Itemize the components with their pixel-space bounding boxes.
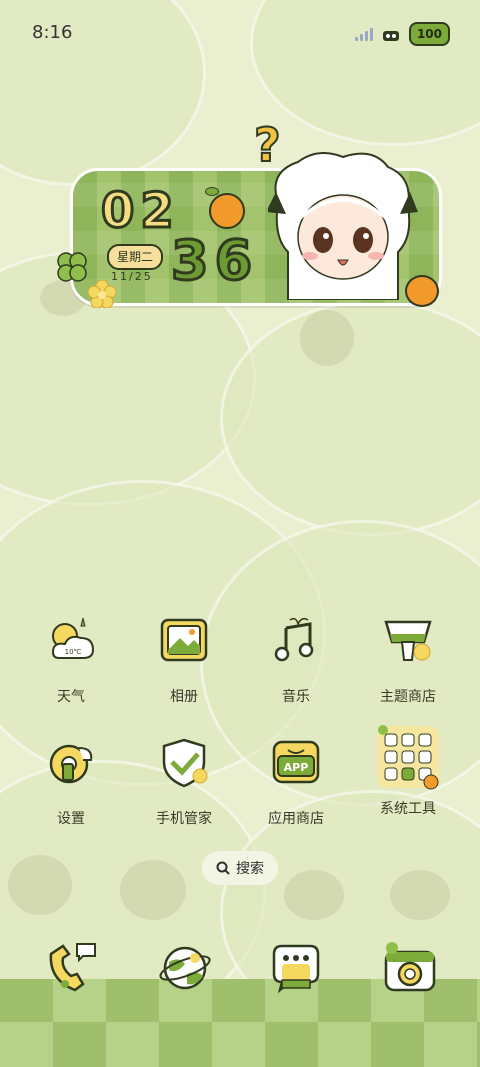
camera-icon[interactable] bbox=[382, 940, 438, 996]
app-label: 手机管家 bbox=[156, 811, 212, 827]
app-store-icon-text: APP bbox=[284, 761, 309, 774]
wifi-icon bbox=[382, 31, 399, 41]
clock-minute: 36 bbox=[169, 228, 259, 294]
app-music[interactable]: 音乐 bbox=[240, 612, 352, 706]
browser-icon[interactable] bbox=[157, 940, 213, 996]
dock-pattern bbox=[0, 1022, 480, 1067]
app-label: 音乐 bbox=[282, 689, 310, 705]
search-icon bbox=[216, 861, 230, 875]
app-label: 应用商店 bbox=[268, 811, 324, 827]
wallpaper-eye bbox=[284, 870, 344, 920]
flower-icon bbox=[88, 280, 116, 308]
clover-icon bbox=[57, 252, 87, 282]
wallpaper-eye bbox=[8, 855, 72, 915]
app-label: 天气 bbox=[57, 689, 85, 705]
clock-hour: 02 bbox=[100, 182, 180, 241]
app-store-icon: APP bbox=[272, 740, 320, 784]
wallpaper-eye bbox=[120, 860, 186, 920]
settings-icon bbox=[49, 744, 93, 784]
wallpaper-eye bbox=[390, 870, 450, 920]
folder-system-tools[interactable]: 系统工具 bbox=[352, 724, 464, 818]
weather-temp: 10℃ bbox=[65, 648, 82, 656]
status-time: 8:16 bbox=[32, 22, 73, 43]
status-icons: 100 bbox=[354, 22, 450, 46]
app-label: 设置 bbox=[57, 811, 85, 827]
app-theme-store[interactable]: 主题商店 bbox=[352, 612, 464, 706]
search-button[interactable]: 搜索 bbox=[202, 851, 278, 885]
character-illustration bbox=[268, 152, 418, 300]
status-bar: 8:16 100 bbox=[0, 0, 480, 66]
app-phone-manager[interactable]: 手机管家 bbox=[128, 734, 240, 828]
messages-icon[interactable] bbox=[268, 940, 324, 996]
app-label: 主题商店 bbox=[380, 689, 436, 705]
app-label: 相册 bbox=[170, 689, 198, 705]
leaf-icon bbox=[205, 187, 219, 196]
gallery-icon bbox=[160, 618, 208, 662]
search-label: 搜索 bbox=[236, 861, 264, 877]
app-settings[interactable]: 设置 bbox=[15, 734, 127, 828]
signal-icon bbox=[354, 27, 373, 41]
orange-icon bbox=[209, 193, 245, 229]
app-app-store[interactable]: APP 应用商店 bbox=[240, 734, 352, 828]
battery-level: 100 bbox=[416, 27, 442, 41]
wallpaper-eye bbox=[300, 310, 354, 366]
battery-icon: 100 bbox=[408, 22, 450, 46]
music-icon bbox=[274, 617, 314, 662]
theme-store-icon bbox=[384, 620, 432, 661]
system-tools-folder-icon bbox=[377, 725, 439, 790]
weekday-badge: 星期二 bbox=[107, 244, 163, 270]
app-weather[interactable]: 10℃ 天气 bbox=[15, 612, 127, 706]
phone-manager-icon bbox=[162, 738, 208, 788]
date-label: 11/25 bbox=[111, 270, 153, 283]
app-label: 系统工具 bbox=[380, 801, 436, 817]
phone-icon[interactable] bbox=[43, 940, 99, 996]
app-gallery[interactable]: 相册 bbox=[128, 612, 240, 706]
weather-icon: 10℃ bbox=[51, 617, 95, 659]
